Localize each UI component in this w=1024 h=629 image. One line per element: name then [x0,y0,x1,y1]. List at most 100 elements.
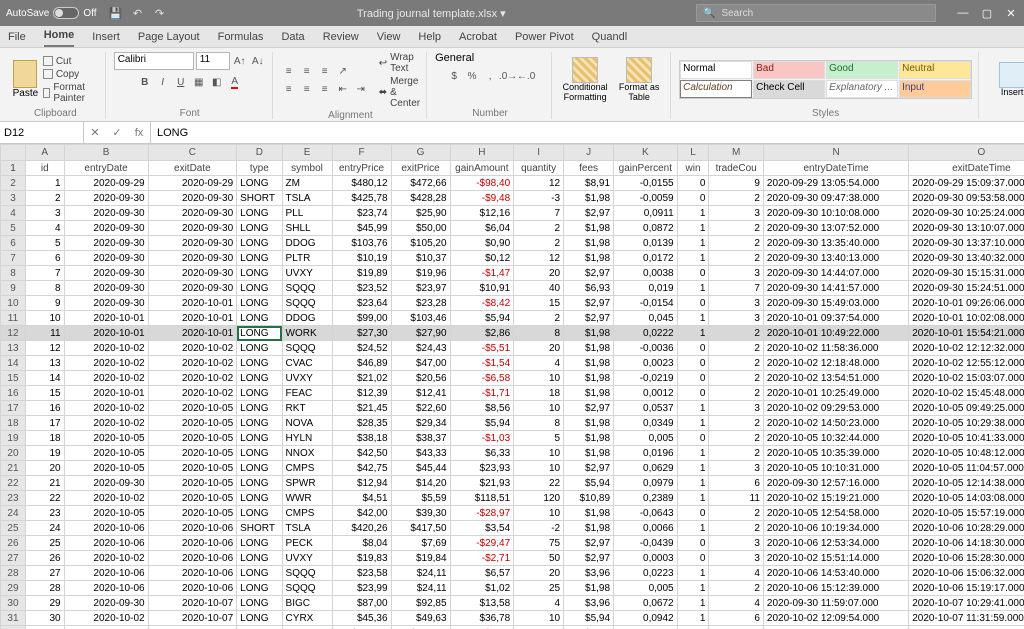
cell[interactable]: 3 [709,266,764,281]
header-cell[interactable]: win [677,161,709,176]
cell[interactable]: 2020-10-02 14:50:23.000 [763,416,908,431]
cell[interactable]: 2020-09-30 [148,281,237,296]
cell[interactable]: $1,98 [564,221,614,236]
cell[interactable]: 7 [514,206,564,221]
header-cell[interactable]: fees [564,161,614,176]
merge-center-button[interactable]: ⬌ Merge & Center [379,76,420,109]
cell[interactable]: 2020-09-30 [64,206,148,221]
cell[interactable]: $27,30 [332,326,391,341]
cell[interactable]: 0,019 [614,281,678,296]
cell[interactable]: 2020-10-01 10:02:08.000 [909,311,1024,326]
cell[interactable]: 2 [514,626,564,629]
row-header[interactable]: 10 [1,296,26,311]
cell[interactable]: 2 [514,236,564,251]
cell[interactable]: 2020-09-30 [64,191,148,206]
cell[interactable]: CMPS [282,461,332,476]
conditional-formatting-button[interactable]: Conditional Formatting [560,57,610,103]
cell[interactable]: $8,91 [564,176,614,191]
cell[interactable]: $2,97 [564,311,614,326]
cell[interactable]: 2020-10-06 [64,581,148,596]
cell[interactable]: SQQQ [282,341,332,356]
cell[interactable]: 1 [677,521,709,536]
cell[interactable]: $433,74 [332,626,391,629]
cell[interactable]: 3 [709,401,764,416]
row-header[interactable]: 19 [1,431,26,446]
cell[interactable]: -0,0059 [614,191,678,206]
cell[interactable]: 2020-10-01 09:37:54.000 [763,311,908,326]
cell[interactable]: 2020-10-06 15:06:32.000 [909,566,1024,581]
cell[interactable]: 5 [514,431,564,446]
row-header[interactable]: 9 [1,281,26,296]
header-cell[interactable]: exitDateTime [909,161,1024,176]
cell[interactable]: $472,66 [391,176,450,191]
tab-page-layout[interactable]: Page Layout [138,31,200,47]
column-header[interactable]: M [709,145,764,161]
cell[interactable]: $12,39 [332,386,391,401]
cell[interactable]: 2020-10-05 10:32:44.000 [763,431,908,446]
cell[interactable]: 4 [514,596,564,611]
cell[interactable]: $2,86 [450,326,514,341]
align-bottom-icon[interactable]: ≡ [317,64,333,80]
cell[interactable]: $434,23 [391,626,450,629]
cell[interactable]: 2020-10-05 [148,431,237,446]
cell[interactable]: -$1,54 [450,356,514,371]
style-calculation[interactable]: Calculation [680,80,752,98]
row-header[interactable]: 5 [1,221,26,236]
column-header[interactable]: O [909,145,1024,161]
cell[interactable]: 2020-10-02 [148,356,237,371]
row-header[interactable]: 28 [1,566,26,581]
cell[interactable]: 0,0012 [614,386,678,401]
cell[interactable]: 11 [709,491,764,506]
cell[interactable]: 15 [514,296,564,311]
tab-help[interactable]: Help [418,31,441,47]
cell[interactable]: 1 [677,491,709,506]
row-header[interactable]: 23 [1,491,26,506]
cell[interactable]: LONG [237,311,282,326]
cell[interactable]: $25,90 [391,206,450,221]
cell[interactable]: 2020-09-30 15:15:31.000 [909,266,1024,281]
cell[interactable]: 2020-10-01 [64,311,148,326]
cell[interactable]: 25 [514,581,564,596]
cancel-formula-icon[interactable]: ✕ [84,126,106,139]
fx-icon[interactable]: fx [128,127,150,139]
cell[interactable]: $3,54 [450,521,514,536]
align-top-icon[interactable]: ≡ [281,64,297,80]
row-header[interactable]: 27 [1,551,26,566]
cell[interactable]: 2020-10-02 09:29:53.000 [763,401,908,416]
cell[interactable]: 2020-10-06 [64,521,148,536]
cell[interactable]: 3 [709,536,764,551]
cell[interactable]: 0,0979 [614,476,678,491]
redo-icon[interactable]: ↷ [153,6,167,20]
style-explanatory[interactable]: Explanatory ... [826,80,898,98]
tab-acrobat[interactable]: Acrobat [459,31,497,47]
column-header[interactable]: J [564,145,614,161]
cell[interactable]: CVAC [282,356,332,371]
cell[interactable]: 3 [709,461,764,476]
cell[interactable]: 2020-10-01 [148,296,237,311]
cell[interactable]: 2020-09-30 14:44:07.000 [763,266,908,281]
cell[interactable]: $7,69 [391,536,450,551]
cell[interactable]: 2020-09-30 [64,221,148,236]
cell[interactable]: 2 [25,191,64,206]
cell[interactable]: LONG [237,431,282,446]
cell[interactable]: 2 [709,431,764,446]
decrease-decimal-icon[interactable]: ←.0 [518,68,534,84]
cell[interactable]: 8 [514,326,564,341]
cell[interactable]: 2020-10-05 [148,461,237,476]
cell[interactable]: 2020-10-05 12:14:38.000 [909,476,1024,491]
increase-font-icon[interactable]: A↑ [232,53,248,69]
cell[interactable]: WWR [282,491,332,506]
close-icon[interactable]: ✕ [1004,7,1018,20]
cell[interactable]: 2 [709,251,764,266]
cell[interactable]: 0,0629 [614,461,678,476]
cell[interactable]: 0,005 [614,431,678,446]
cell[interactable]: $19,83 [332,551,391,566]
cell[interactable]: LONG [237,206,282,221]
cell[interactable]: $1,98 [564,356,614,371]
cell[interactable]: 5 [25,236,64,251]
cell[interactable]: 2020-10-02 15:45:48.000 [909,386,1024,401]
cell[interactable]: 0,0223 [614,566,678,581]
cell[interactable]: 2 [709,416,764,431]
cell[interactable]: 10 [514,611,564,626]
cell[interactable]: 2020-10-05 [64,506,148,521]
